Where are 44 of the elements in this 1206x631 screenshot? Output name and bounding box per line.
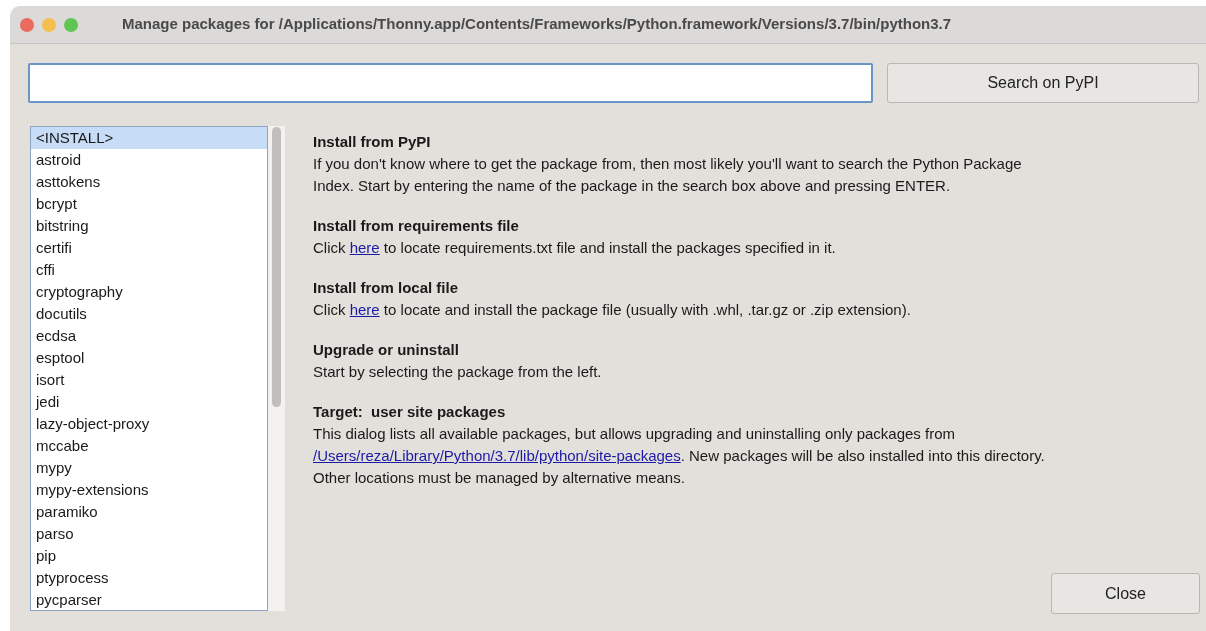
section-heading: Upgrade or uninstall: [313, 340, 460, 360]
package-item[interactable]: pycparser: [31, 589, 267, 610]
package-item[interactable]: jedi: [31, 391, 267, 413]
package-item[interactable]: ecdsa: [31, 325, 267, 347]
close-window-icon[interactable]: [20, 17, 34, 32]
scrollbar[interactable]: [268, 126, 285, 611]
package-item[interactable]: cryptography: [31, 281, 267, 303]
package-item[interactable]: docutils: [31, 303, 267, 325]
link[interactable]: /Users/reza/Library/Python/3.7/lib/python/site-packages: [313, 447, 681, 464]
package-item[interactable]: paramiko: [31, 501, 267, 523]
package-item[interactable]: mypy: [31, 457, 267, 479]
zoom-window-icon[interactable]: [64, 17, 78, 32]
search-button[interactable]: Search on PyPI: [887, 63, 1199, 103]
section-heading: Install from PyPI: [313, 132, 432, 152]
section-heading: Target: user site packages: [313, 402, 507, 422]
package-item[interactable]: mypy-extensions: [31, 479, 267, 501]
link[interactable]: here: [349, 239, 380, 256]
package-item[interactable]: isort: [31, 369, 267, 391]
package-item[interactable]: lazy-object-proxy: [31, 413, 267, 435]
package-item[interactable]: ptyprocess: [31, 567, 267, 589]
package-item[interactable]: certifi: [31, 237, 267, 259]
package-item[interactable]: esptool: [31, 347, 267, 369]
section-text: This dialog lists all available packages, but allows upgrading and uninstalling only packages from /Users/reza/Library/Python/3.7/lib/python/site-packages. New packages will be also installed into this directory. Other locations must be managed by alternative means.: [313, 424, 1045, 488]
package-item[interactable]: <INSTALL>: [31, 127, 267, 149]
close-button[interactable]: Close: [1051, 573, 1200, 614]
minimize-window-icon[interactable]: [42, 17, 56, 32]
section-text: If you don't know where to get the package from, then most likely you'll want to search the Python Package Index. Start by entering the name of the package in the search box above and pressing ENTER.: [313, 154, 1023, 196]
section-text: Start by selecting the package from the left.: [313, 362, 603, 382]
section-heading: Install from local file: [313, 278, 460, 298]
package-item[interactable]: cffi: [31, 259, 267, 281]
section-text: Click here to locate requirements.txt file and install the packages specified in it.: [313, 238, 837, 258]
package-item[interactable]: pip: [31, 545, 267, 567]
package-item[interactable]: asttokens: [31, 171, 267, 193]
package-item[interactable]: bcrypt: [31, 193, 267, 215]
search-field[interactable]: [28, 63, 873, 103]
link[interactable]: here: [349, 301, 380, 318]
package-item[interactable]: parso: [31, 523, 267, 545]
package-item[interactable]: astroid: [31, 149, 267, 171]
package-item[interactable]: mccabe: [31, 435, 267, 457]
scrollbar-thumb[interactable]: [272, 127, 281, 407]
section-text: Click here to locate and install the package file (usually with .whl, .tar.gz or .zip extension).: [313, 300, 912, 320]
section-heading: Install from requirements file: [313, 216, 520, 236]
window-title: Manage packages for /Applications/Thonny.app/Contents/Frameworks/Python.framework/Versions/3.7/bin/python3.7: [122, 14, 952, 35]
package-item[interactable]: bitstring: [31, 215, 267, 237]
